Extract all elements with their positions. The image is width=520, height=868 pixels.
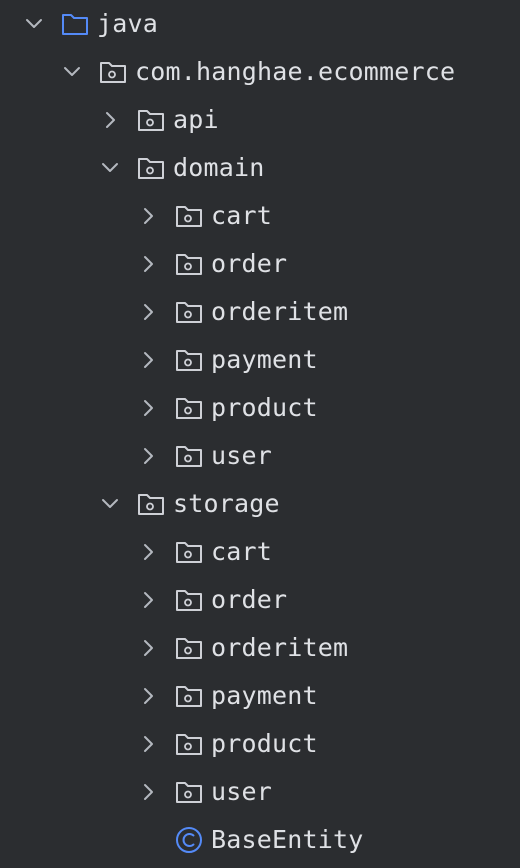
tree-row-label: com.hanghae.ecommerce bbox=[135, 57, 456, 86]
package-icon bbox=[136, 154, 166, 182]
tree-row-label: cart bbox=[211, 201, 273, 230]
package-icon bbox=[174, 682, 204, 710]
package-icon bbox=[174, 298, 204, 326]
tree-row-label: java bbox=[97, 9, 159, 38]
tree-row[interactable]: api bbox=[0, 96, 520, 144]
tree-row[interactable]: BaseEntity bbox=[0, 816, 520, 864]
tree-row-label: product bbox=[211, 729, 318, 758]
tree-row-label: order bbox=[211, 249, 288, 278]
chevron-right-icon[interactable] bbox=[98, 108, 122, 132]
tree-row-label: storage bbox=[173, 489, 280, 518]
package-icon bbox=[136, 490, 166, 518]
tree-row[interactable]: java bbox=[0, 0, 520, 48]
tree-row-label: api bbox=[173, 105, 219, 134]
tree-row[interactable]: orderitem bbox=[0, 624, 520, 672]
package-icon bbox=[174, 250, 204, 278]
package-icon bbox=[174, 586, 204, 614]
tree-row[interactable]: product bbox=[0, 720, 520, 768]
chevron-right-icon[interactable] bbox=[136, 252, 160, 276]
tree-row[interactable]: domain bbox=[0, 144, 520, 192]
tree-row-label: user bbox=[211, 441, 273, 470]
chevron-down-icon[interactable] bbox=[60, 60, 84, 84]
chevron-right-icon[interactable] bbox=[136, 732, 160, 756]
tree-row-label: orderitem bbox=[211, 633, 349, 662]
chevron-right-icon[interactable] bbox=[136, 444, 160, 468]
tree-row-label: user bbox=[211, 777, 273, 806]
chevron-right-icon[interactable] bbox=[136, 348, 160, 372]
tree-row-label: product bbox=[211, 393, 318, 422]
tree-row[interactable]: payment bbox=[0, 336, 520, 384]
chevron-down-icon[interactable] bbox=[98, 156, 122, 180]
tree-row[interactable]: user bbox=[0, 432, 520, 480]
tree-row[interactable]: payment bbox=[0, 672, 520, 720]
tree-row[interactable]: order bbox=[0, 240, 520, 288]
tree-row[interactable]: product bbox=[0, 384, 520, 432]
tree-row-label: payment bbox=[211, 345, 318, 374]
package-icon bbox=[174, 442, 204, 470]
package-icon bbox=[174, 394, 204, 422]
class-icon bbox=[174, 826, 204, 854]
tree-row-label: cart bbox=[211, 537, 273, 566]
chevron-right-icon[interactable] bbox=[136, 204, 160, 228]
tree-row[interactable]: cart bbox=[0, 528, 520, 576]
tree-row[interactable]: com.hanghae.ecommerce bbox=[0, 48, 520, 96]
tree-row-label: order bbox=[211, 585, 288, 614]
chevron-down-icon[interactable] bbox=[22, 12, 46, 36]
package-icon bbox=[174, 730, 204, 758]
tree-row[interactable]: orderitem bbox=[0, 288, 520, 336]
project-tree: java com.hanghae.ecommerce api domain cart or… bbox=[0, 0, 520, 868]
chevron-right-icon[interactable] bbox=[136, 588, 160, 612]
chevron-right-icon[interactable] bbox=[136, 636, 160, 660]
chevron-right-icon[interactable] bbox=[136, 684, 160, 708]
tree-row[interactable]: order bbox=[0, 576, 520, 624]
chevron-right-icon[interactable] bbox=[136, 540, 160, 564]
tree-row-label: payment bbox=[211, 681, 318, 710]
chevron-right-icon[interactable] bbox=[136, 780, 160, 804]
tree-row[interactable]: cart bbox=[0, 192, 520, 240]
package-icon bbox=[174, 538, 204, 566]
tree-row[interactable]: user bbox=[0, 768, 520, 816]
package-icon bbox=[136, 106, 166, 134]
tree-row-label: orderitem bbox=[211, 297, 349, 326]
package-icon bbox=[174, 778, 204, 806]
package-icon bbox=[174, 202, 204, 230]
chevron-right-icon[interactable] bbox=[136, 300, 160, 324]
tree-row-label: domain bbox=[173, 153, 265, 182]
chevron-down-icon[interactable] bbox=[98, 492, 122, 516]
package-icon bbox=[174, 634, 204, 662]
tree-row-label: BaseEntity bbox=[211, 825, 364, 854]
chevron-right-icon[interactable] bbox=[136, 396, 160, 420]
package-icon bbox=[98, 58, 128, 86]
folder-icon bbox=[60, 10, 90, 38]
tree-row[interactable]: storage bbox=[0, 480, 520, 528]
package-icon bbox=[174, 346, 204, 374]
